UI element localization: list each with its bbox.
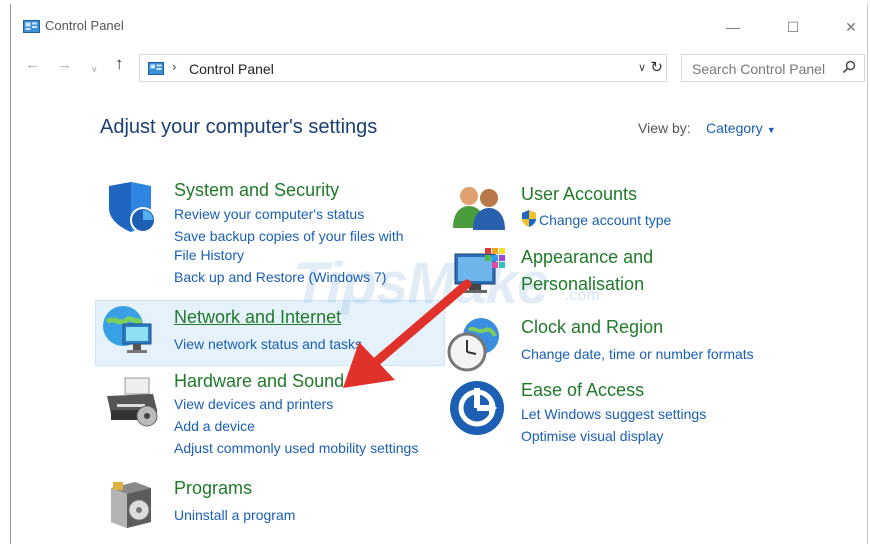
link-review-status[interactable]: Review your computer's status — [174, 206, 364, 222]
category-title-user-accounts[interactable]: User Accounts — [521, 184, 637, 205]
refresh-icon[interactable]: ↻ — [650, 58, 663, 76]
red-arrow-icon — [329, 276, 479, 396]
category-title-appearance-line2[interactable]: Personalisation — [521, 274, 644, 295]
title-bar: Control Panel — ☐ ✕ — [11, 4, 867, 44]
control-panel-window: Control Panel — ☐ ✕ ← → ∨ ↑ › Control Pa… — [10, 4, 868, 544]
link-change-date-formats[interactable]: Change date, time or number formats — [521, 346, 754, 362]
users-icon[interactable] — [451, 184, 507, 230]
uac-shield-icon — [521, 210, 537, 227]
breadcrumb-control-panel[interactable]: Control Panel — [189, 61, 274, 77]
link-file-history[interactable]: File History — [174, 247, 244, 263]
search-placeholder: Search Control Panel — [692, 61, 826, 77]
programs-box-icon[interactable] — [107, 478, 155, 530]
up-arrow-icon[interactable]: ↑ — [115, 54, 124, 74]
recent-locations-chevron-icon[interactable]: ∨ — [91, 64, 98, 75]
search-input[interactable]: Search Control Panel — [681, 54, 865, 82]
control-panel-icon — [23, 20, 40, 33]
page-title: Adjust your computer's settings — [100, 116, 378, 138]
printer-icon[interactable] — [103, 376, 161, 432]
link-add-device[interactable]: Add a device — [174, 418, 255, 434]
view-by-value: Category — [706, 120, 763, 136]
category-title-hardware[interactable]: Hardware and Sound — [174, 371, 344, 392]
category-title-ease[interactable]: Ease of Access — [521, 380, 644, 401]
close-button[interactable]: ✕ — [831, 12, 870, 42]
network-globe-icon[interactable] — [101, 302, 159, 360]
category-title-appearance[interactable]: Appearance and — [521, 247, 653, 268]
link-save-backup[interactable]: Save backup copies of your files with — [174, 228, 404, 244]
category-title-clock[interactable]: Clock and Region — [521, 317, 663, 338]
shield-icon[interactable] — [103, 180, 159, 236]
link-change-account-type[interactable]: Change account type — [539, 212, 671, 228]
link-devices-printers[interactable]: View devices and printers — [174, 396, 333, 412]
window-title: Control Panel — [45, 18, 124, 33]
control-panel-icon — [148, 62, 164, 75]
chevron-down-icon: ▼ — [766, 125, 776, 135]
close-icon: ✕ — [845, 18, 857, 35]
breadcrumb-separator-icon: › — [172, 59, 177, 74]
category-title-programs[interactable]: Programs — [174, 478, 252, 499]
category-title-network[interactable]: Network and Internet — [174, 307, 341, 328]
address-bar[interactable]: › Control Panel ∨ ↻ — [139, 54, 667, 82]
maximize-icon: ☐ — [786, 18, 800, 35]
category-title-system-security[interactable]: System and Security — [174, 180, 339, 201]
search-icon[interactable] — [842, 60, 856, 74]
link-windows-suggest[interactable]: Let Windows suggest settings — [521, 406, 706, 422]
address-dropdown-icon[interactable]: ∨ — [638, 61, 646, 74]
view-by-label: View by: — [638, 120, 691, 136]
minimize-button[interactable]: — — [713, 12, 753, 42]
link-mobility-settings[interactable]: Adjust commonly used mobility settings — [174, 440, 418, 456]
link-uninstall-program[interactable]: Uninstall a program — [174, 507, 295, 523]
minimize-icon: — — [726, 19, 740, 35]
forward-arrow-icon[interactable]: → — [57, 56, 72, 73]
back-arrow-icon[interactable]: ← — [25, 56, 40, 73]
maximize-button[interactable]: ☐ — [773, 12, 813, 42]
view-by-dropdown[interactable]: Category ▼ — [706, 120, 776, 136]
link-optimise-display[interactable]: Optimise visual display — [521, 428, 663, 444]
